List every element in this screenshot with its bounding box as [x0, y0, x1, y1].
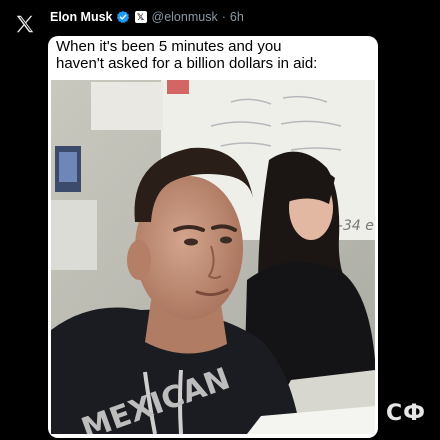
meme-caption: When it's been 5 minutes and you haven't…	[56, 38, 374, 72]
meme-caption-line-1: When it's been 5 minutes and you	[56, 38, 282, 55]
post-header: Elon Musk 𝕏 @elonmusk · 6h	[50, 8, 244, 26]
post-timestamp[interactable]: 6h	[230, 10, 244, 24]
x-logo-icon[interactable]	[14, 13, 36, 35]
meme-photo: 4-34 e MEXICAN	[51, 80, 375, 434]
post-image-card[interactable]: When it's been 5 minutes and you haven't…	[48, 36, 378, 438]
separator-dot: ·	[221, 10, 226, 24]
meme-caption-line-2: haven't asked for a billion dollars in a…	[56, 55, 318, 72]
watermark: СФ	[386, 401, 426, 426]
meme-photo-illustration: 4-34 e MEXICAN	[51, 80, 375, 434]
author-handle[interactable]: @elonmusk	[152, 10, 218, 24]
x-affiliate-badge-icon: 𝕏	[134, 11, 147, 23]
verified-badge-icon	[116, 10, 130, 24]
author-name[interactable]: Elon Musk	[50, 10, 113, 24]
